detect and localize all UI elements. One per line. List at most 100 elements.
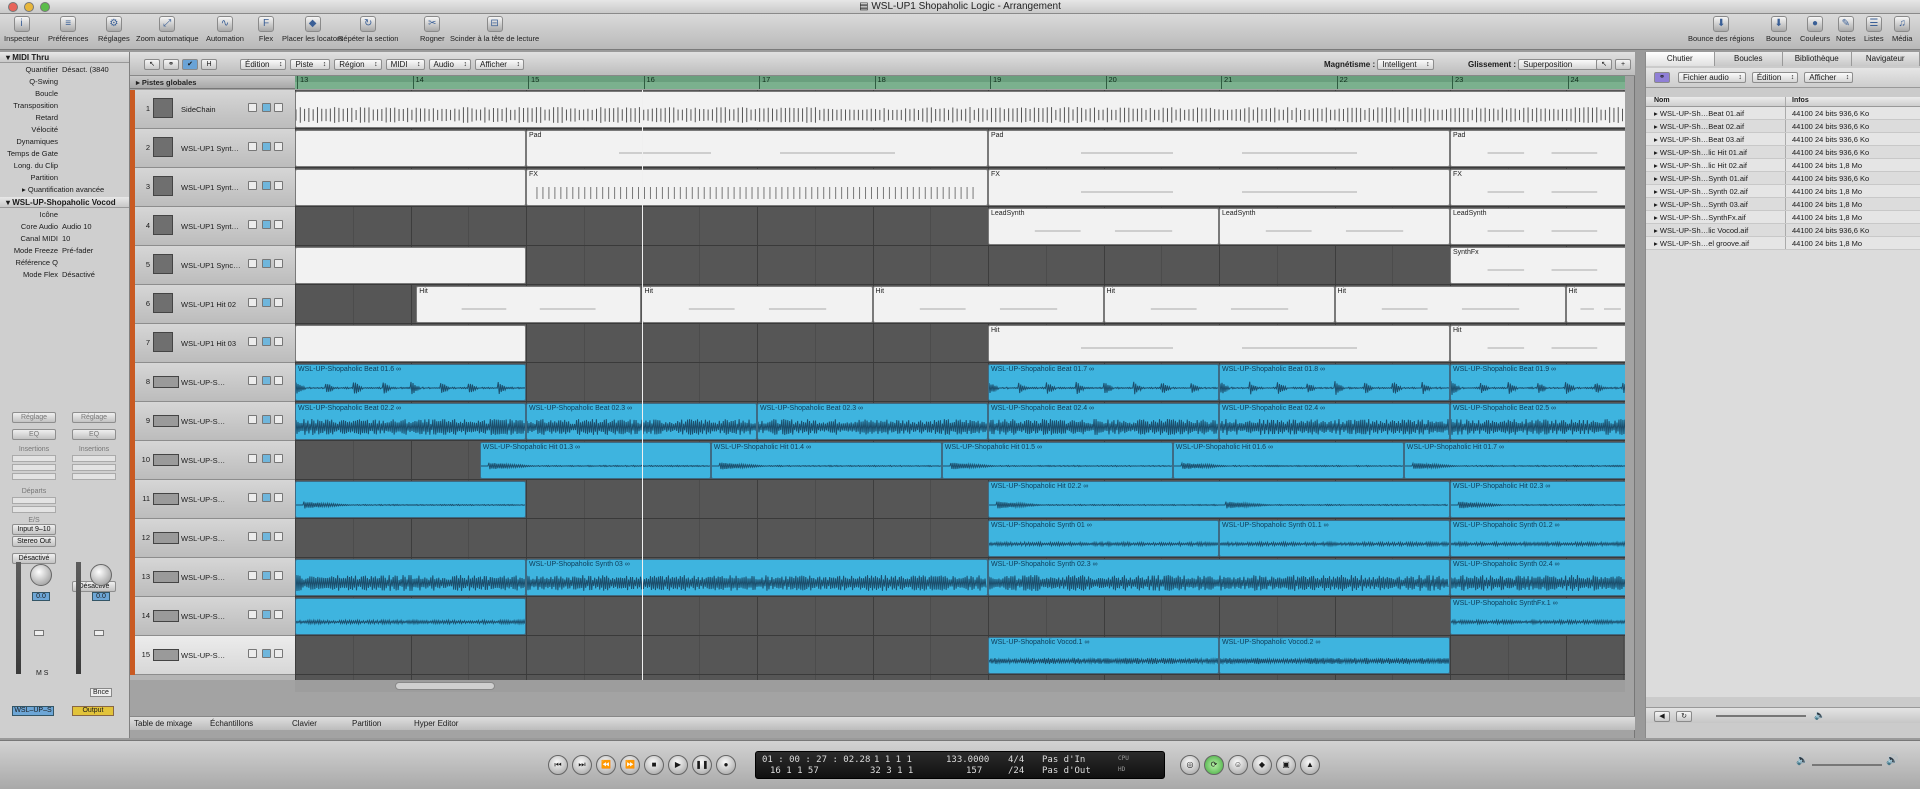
- midi-region[interactable]: LeadSynth: [988, 208, 1219, 245]
- track-header[interactable]: 12 WSL-UP-S…: [130, 519, 295, 558]
- toolbar-rogner[interactable]: ✂ Rogner: [420, 16, 445, 43]
- track-header[interactable]: 1 SideChain: [130, 90, 295, 129]
- file-row[interactable]: ▸ WSL-UP-Sh…SynthFx.aif 44100 24 bits 1,8…: [1646, 211, 1920, 224]
- tab-partition[interactable]: Partition: [352, 719, 381, 728]
- midi-region[interactable]: [295, 247, 526, 284]
- time-signature[interactable]: 4/4: [1008, 755, 1024, 765]
- insert-slot[interactable]: [12, 473, 56, 480]
- inspector-row[interactable]: Transposition: [0, 99, 129, 111]
- tab-clavier[interactable]: Clavier: [292, 719, 317, 728]
- pan-knob[interactable]: [90, 564, 112, 586]
- solo-button[interactable]: [274, 103, 283, 112]
- advanced-quantize-toggle[interactable]: ▸ Quantification avancée: [0, 183, 129, 195]
- file-row[interactable]: ▸ WSL-UP-Sh…Synth 02.aif 44100 24 bits 1,…: [1646, 185, 1920, 198]
- inspector-row[interactable]: Icône: [0, 208, 129, 220]
- menu-édition[interactable]: Édition: [240, 59, 287, 70]
- track-header[interactable]: 14 WSL-UP-S…: [130, 597, 295, 636]
- link-icon[interactable]: ⚭: [163, 59, 179, 70]
- toolbar-r-p-ter-la-section[interactable]: ↻ Répéter la section: [338, 16, 398, 43]
- inspector-row[interactable]: Référence Q: [0, 256, 129, 268]
- mute-solo-buttons[interactable]: M S: [36, 670, 48, 677]
- audio-region[interactable]: WSL-UP-Shopaholic Hit 01.4 ∞: [710, 442, 942, 479]
- pointer-tool-icon[interactable]: ↖: [1596, 59, 1612, 70]
- input-monitor-button[interactable]: [262, 571, 271, 580]
- inspector-row[interactable]: Temps de Gate: [0, 147, 129, 159]
- zoom-button[interactable]: [40, 2, 50, 12]
- left-locator[interactable]: 1 1 1 1: [874, 755, 912, 765]
- file-row[interactable]: ▸ WSL-UP-Sh…el groove.aif 44100 24 bits 1…: [1646, 237, 1920, 250]
- audio-region[interactable]: [295, 598, 526, 635]
- inspector-row[interactable]: Q-Swing: [0, 75, 129, 87]
- bar-position[interactable]: 16 1 1 57: [770, 766, 819, 776]
- volume-fader[interactable]: [94, 630, 104, 636]
- output-selector[interactable]: Stereo Out: [12, 536, 56, 547]
- solo-icon[interactable]: ▣: [1276, 755, 1296, 775]
- midi-region[interactable]: [295, 91, 1625, 128]
- track-header[interactable]: 4 WSL-UP1 Synt…: [130, 207, 295, 246]
- midi-region[interactable]: Hit: [641, 286, 873, 323]
- track-header[interactable]: 13 WSL-UP-S…: [130, 558, 295, 597]
- browser-menu[interactable]: Édition: [1751, 72, 1799, 83]
- input-monitor-button[interactable]: [262, 454, 271, 463]
- solo-button[interactable]: [274, 532, 283, 541]
- audio-region[interactable]: WSL-UP-Shopaholic Hit 02.3 ∞: [1450, 481, 1625, 518]
- audio-region[interactable]: [295, 481, 526, 518]
- link-icon[interactable]: ⚭: [1654, 72, 1670, 83]
- toolbar-automation[interactable]: ∿ Automation: [206, 16, 244, 43]
- midi-region[interactable]: Pad: [988, 130, 1450, 167]
- input-monitor-button[interactable]: [262, 649, 271, 658]
- insert-slot[interactable]: [72, 455, 116, 462]
- record-button[interactable]: [248, 103, 257, 112]
- toolbar-r-glages[interactable]: ⚙ Réglages: [98, 16, 130, 43]
- tab--chantillons[interactable]: Échantillons: [210, 719, 253, 728]
- record-button[interactable]: [248, 454, 257, 463]
- inspector-row[interactable]: Boucle: [0, 87, 129, 99]
- param-value[interactable]: Désactivé: [62, 270, 129, 279]
- toolbar-bounce-des-r-gions[interactable]: ⬇ Bounce des régions: [1688, 16, 1754, 43]
- insert-slot[interactable]: [12, 464, 56, 471]
- inspector-row[interactable]: Core Audio Audio 10: [0, 220, 129, 232]
- midi-region[interactable]: [295, 130, 526, 167]
- catch-icon[interactable]: ✔: [182, 59, 198, 70]
- solo-button[interactable]: [274, 454, 283, 463]
- inspector-row[interactable]: Dynamiques: [0, 135, 129, 147]
- inspector-row[interactable]: Partition: [0, 171, 129, 183]
- inspector-row[interactable]: Retard: [0, 111, 129, 123]
- midi-region[interactable]: Hit: [1450, 325, 1625, 362]
- hide-icon[interactable]: H: [201, 59, 217, 70]
- file-row[interactable]: ▸ WSL-UP-Sh…Synth 03.aif 44100 24 bits 1,…: [1646, 198, 1920, 211]
- send-slot[interactable]: [12, 497, 56, 504]
- midi-region[interactable]: Hit: [988, 325, 1450, 362]
- stop-icon[interactable]: ■: [644, 755, 664, 775]
- track-header[interactable]: 11 WSL-UP-S…: [130, 480, 295, 519]
- input-monitor-button[interactable]: [262, 181, 271, 190]
- audio-region[interactable]: WSL-UP-Shopaholic Synth 03 ∞: [526, 559, 988, 596]
- track-header[interactable]: 7 WSL-UP1 Hit 03: [130, 324, 295, 363]
- menu-audio[interactable]: Audio: [428, 59, 471, 70]
- audio-region[interactable]: WSL-UP-Shopaholic Beat 01.9 ∞: [1450, 364, 1625, 401]
- input-selector[interactable]: Input 9–10: [12, 524, 56, 535]
- column-info[interactable]: Infos: [1786, 97, 1920, 106]
- solo-button[interactable]: [274, 298, 283, 307]
- midi-region[interactable]: FX: [1450, 169, 1625, 206]
- audio-region[interactable]: WSL-UP-Shopaholic Beat 02.4 ∞: [1219, 403, 1450, 440]
- input-monitor-button[interactable]: [262, 610, 271, 619]
- strip-setting-button[interactable]: Réglage: [12, 412, 56, 423]
- inspector-row[interactable]: Quantifier Désact. (3840: [0, 63, 129, 75]
- solo-button[interactable]: [274, 220, 283, 229]
- midi-region[interactable]: [295, 169, 526, 206]
- cycle-icon[interactable]: ⟳: [1204, 755, 1224, 775]
- strip-name[interactable]: WSL–UP–S: [12, 706, 54, 716]
- pan-knob[interactable]: [30, 564, 52, 586]
- record-button[interactable]: [248, 571, 257, 580]
- audio-region[interactable]: WSL-UP-Shopaholic Synth 01 ∞: [988, 520, 1219, 557]
- audio-region[interactable]: WSL-UP-Shopaholic Synth 01.1 ∞: [1219, 520, 1450, 557]
- volume-fader[interactable]: [34, 630, 44, 636]
- input-monitor-button[interactable]: [262, 298, 271, 307]
- insert-slot[interactable]: [72, 464, 116, 471]
- metronome-icon[interactable]: ◆: [1252, 755, 1272, 775]
- track-header[interactable]: 2 WSL-UP1 Synt…: [130, 129, 295, 168]
- tab-hyper-editor[interactable]: Hyper Editor: [414, 719, 458, 728]
- browser-tab-boucles[interactable]: Boucles: [1714, 52, 1783, 66]
- record-button[interactable]: [248, 337, 257, 346]
